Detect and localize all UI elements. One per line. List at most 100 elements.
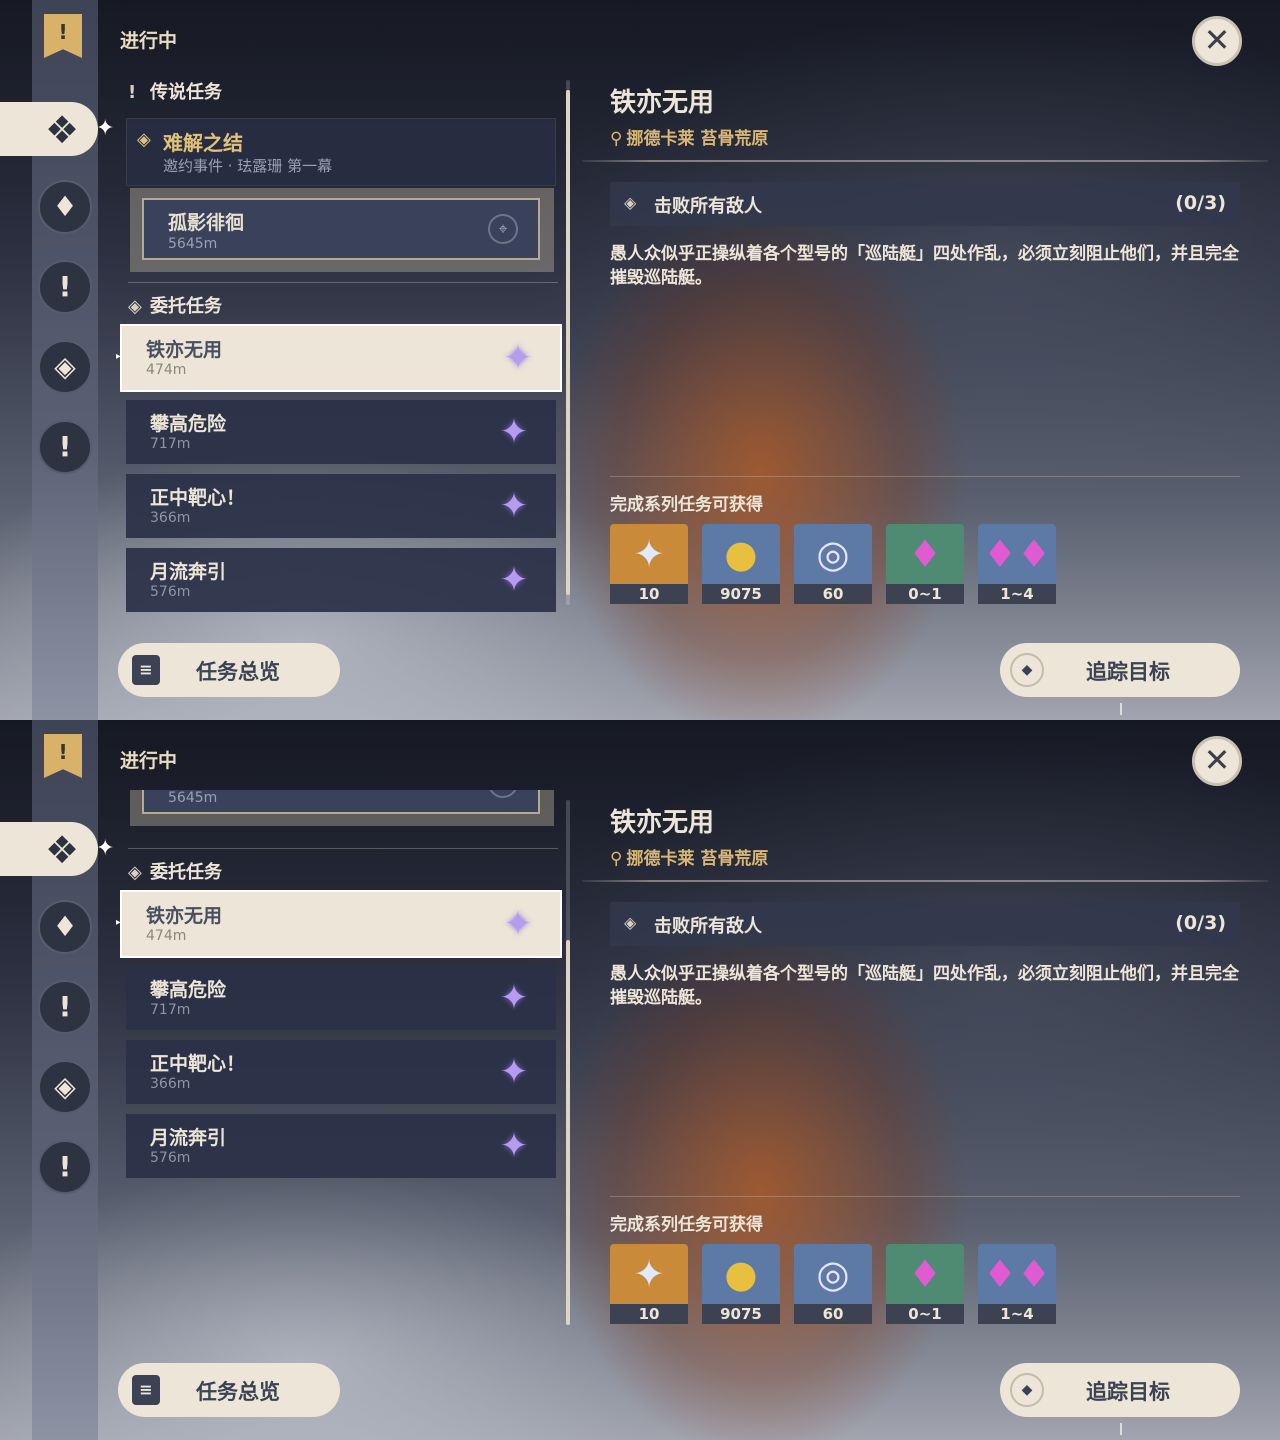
reward-adventure-exp[interactable]: ◎ 60 (794, 1244, 872, 1324)
commission-gem-icon: ✦ (499, 978, 529, 1018)
commission-title: 攀高危险 (150, 979, 227, 1001)
commission-item[interactable]: 月流奔引 576m ✦ (126, 548, 556, 612)
objective-text: 击败所有敌人 (654, 196, 762, 217)
quest-list[interactable]: 孤影徘徊 5645m ⌖ ◈委托任务 ▶ 铁亦无用 474m ✦ 攀高危险 71… (116, 790, 562, 1335)
header-title: 进行中 (120, 30, 178, 52)
commission-title: 正中靶心！ (150, 487, 246, 509)
quest-diamond-icon: ◈ (137, 129, 151, 150)
commission-gem-icon: ✦ (499, 1126, 529, 1166)
commission-item[interactable]: 攀高危险 717m ✦ (126, 966, 556, 1030)
rail-tab-events[interactable]: ! (38, 1140, 92, 1194)
mora-coin-icon: ● (724, 532, 758, 576)
quest-list[interactable]: ! 传说任务 ◈ 难解之结 邀约事件 · 珐露珊 第一幕 孤影徘徊 5645m ⌖… (116, 70, 562, 615)
rail-tab-commissions-active[interactable]: ❖ (0, 102, 98, 156)
rail-tab-world-quest[interactable]: ◈ (38, 1060, 92, 1114)
commission-distance: 474m (146, 362, 187, 378)
track-target-button[interactable]: ◆ 追踪目标 (1000, 1363, 1240, 1417)
reward-count: 10 (610, 1304, 688, 1324)
rail-tab-world-quest[interactable]: ◈ (38, 340, 92, 394)
quest-list-scrollbar[interactable] (566, 800, 570, 1325)
sub-quest-distance: 5645m (168, 790, 218, 806)
reward-crystal-small[interactable]: ♦ 0~1 (886, 1244, 964, 1324)
commission-distance: 366m (150, 510, 191, 526)
commission-item[interactable]: 正中靶心！ 366m ✦ (126, 474, 556, 538)
header-title: 进行中 (120, 750, 178, 772)
track-diamond-icon: ◆ (1010, 653, 1044, 687)
quest-description: 愚人众似乎正操纵着各个型号的「巡陆艇」四处作乱，必须立刻阻止他们，并且完全摧毁巡… (610, 964, 1239, 1008)
reward-mora[interactable]: ● 9075 (702, 524, 780, 604)
selected-sparkle-icon: ✦ (96, 116, 115, 141)
reward-primogem[interactable]: ✦ 10 (610, 1244, 688, 1324)
ornament-divider (582, 160, 1268, 162)
quest-overview-label: 任务总览 (196, 660, 280, 684)
rail-tab-story-quest[interactable]: ! (38, 980, 92, 1034)
reward-count: 9075 (702, 1304, 780, 1324)
rail-tab-events[interactable]: ! (38, 420, 92, 474)
crystal-small-icon: ♦ (907, 532, 943, 576)
reward-primogem[interactable]: ✦ 10 (610, 524, 688, 604)
quest-description: 愚人众似乎正操纵着各个型号的「巡陆艇」四处作乱，必须立刻阻止他们，并且完全摧毁巡… (610, 244, 1239, 288)
rail-tab-story-quest[interactable]: ! (38, 260, 92, 314)
mora-coin-icon: ● (724, 1252, 758, 1296)
commission-item[interactable]: 月流奔引 576m ✦ (126, 1114, 556, 1178)
close-button[interactable]: ✕ (1192, 16, 1242, 66)
quest-overview-label: 任务总览 (196, 1380, 280, 1404)
scroll-thumb[interactable] (566, 940, 570, 1325)
commission-gem-icon: ✦ (499, 486, 529, 526)
rewards-divider (610, 1196, 1240, 1197)
reward-mora[interactable]: ● 9075 (702, 1244, 780, 1324)
crystal-cluster-icon: ♦♦ (982, 1252, 1052, 1296)
commission-item[interactable]: 攀高危险 717m ✦ (126, 400, 556, 464)
commission-title: 铁亦无用 (146, 905, 223, 927)
scroll-thumb[interactable] (566, 90, 570, 595)
rail-tab-archon-quest[interactable]: ♦ (38, 900, 92, 954)
reward-crystal-cluster[interactable]: ♦♦ 1~4 (978, 1244, 1056, 1324)
sub-quest-card[interactable]: 孤影徘徊 5645m ⌖ (130, 790, 554, 826)
commission-title: 月流奔引 (150, 561, 227, 583)
exclamation-icon: ! (128, 82, 137, 103)
reward-adventure-exp[interactable]: ◎ 60 (794, 524, 872, 604)
reward-crystal-small[interactable]: ♦ 0~1 (886, 524, 964, 604)
location-pin-icon: ⌖ (488, 790, 518, 798)
quest-screen-bottom: ! ❖ ✦ ♦ ! ◈ ! 进行中 ✕ 孤影徘徊 5645m ⌖ ◈委托任务 ▶… (0, 720, 1280, 1440)
primogem-icon: ✦ (633, 532, 665, 576)
objective-diamond-icon: ◈ (624, 193, 637, 212)
objective-text: 击败所有敌人 (654, 916, 762, 937)
sub-quest-card[interactable]: 孤影徘徊 5645m ⌖ (130, 188, 554, 272)
track-target-label: 追踪目标 (1086, 1380, 1170, 1404)
section-divider (128, 848, 558, 849)
quest-location: ⚲ 挪德卡莱 苔骨荒原 (610, 849, 769, 869)
close-button[interactable]: ✕ (1192, 736, 1242, 786)
reward-crystal-cluster[interactable]: ♦♦ 1~4 (978, 524, 1056, 604)
rewards-divider (610, 476, 1240, 477)
objective-row: ◈ 击败所有敌人 (0/3) (610, 902, 1240, 946)
selected-arrow-icon: ▶ (116, 348, 121, 364)
crystal-cluster-icon: ♦♦ (982, 532, 1052, 576)
objective-progress: (0/3) (1175, 912, 1226, 934)
commission-gem-icon: ✦ (499, 560, 529, 600)
commission-gem-icon: ✦ (503, 904, 533, 944)
quest-screen-top: ! ❖ ✦ ♦ ! ◈ ! 进行中 ✕ ! 传说任务 ◈ 难解之结 邀约事件 · … (0, 0, 1280, 720)
commission-item[interactable]: 正中靶心！ 366m ✦ (126, 1040, 556, 1104)
commission-item-selected[interactable]: ▶ 铁亦无用 474m ✦ (116, 324, 562, 392)
selected-arrow-icon: ▶ (116, 914, 121, 930)
commission-tab-icon: ❖ (44, 828, 80, 872)
location-pin-icon: ⌖ (488, 214, 518, 244)
quest-overview-button[interactable]: ≡ 任务总览 (118, 1363, 340, 1417)
reward-count: 9075 (702, 584, 780, 604)
reward-count: 0~1 (886, 584, 964, 604)
commission-title: 正中靶心！ (150, 1053, 246, 1075)
legend-quest-title: 难解之结 (163, 131, 243, 155)
sub-quest-title: 孤影徘徊 (168, 212, 245, 234)
commission-distance: 576m (150, 1150, 191, 1166)
primogem-icon: ✦ (633, 1252, 665, 1296)
quest-overview-button[interactable]: ≡ 任务总览 (118, 643, 340, 697)
track-target-button[interactable]: ◆ 追踪目标 (1000, 643, 1240, 697)
rail-tab-archon-quest[interactable]: ♦ (38, 180, 92, 234)
rail-tab-commissions-active[interactable]: ❖ (0, 822, 98, 876)
legend-quest-card[interactable]: ◈ 难解之结 邀约事件 · 珐露珊 第一幕 (126, 118, 556, 186)
commission-item-selected[interactable]: ▶ 铁亦无用 474m ✦ (116, 890, 562, 958)
reward-count: 1~4 (978, 1304, 1056, 1324)
commission-title: 月流奔引 (150, 1127, 227, 1149)
quest-list-scrollbar[interactable] (566, 80, 570, 605)
